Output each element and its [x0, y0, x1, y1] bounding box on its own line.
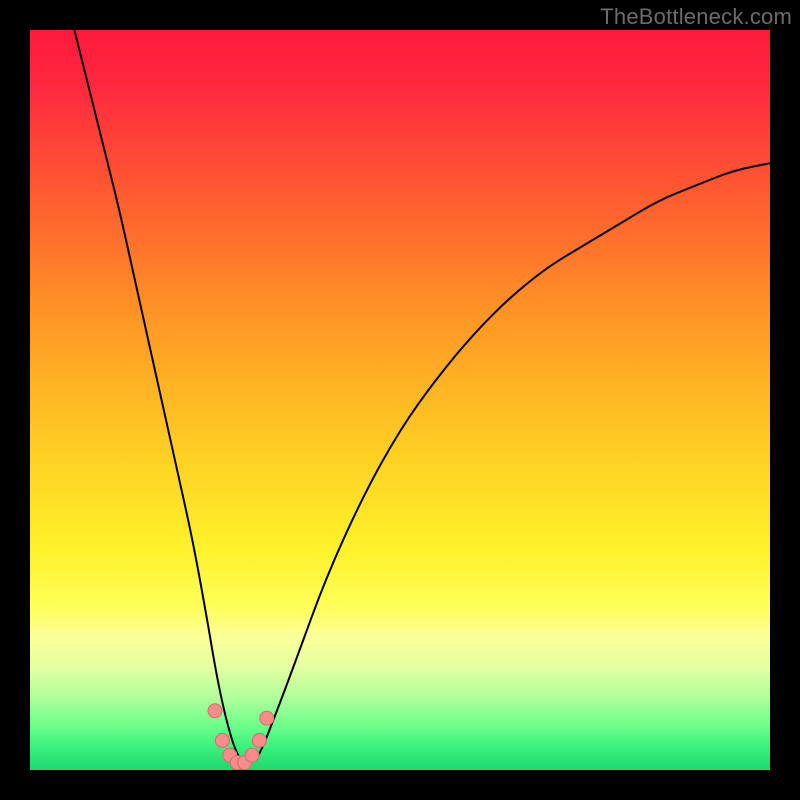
highlighted-points	[208, 704, 274, 770]
marker-point	[260, 711, 274, 725]
chart-root: TheBottleneck.com	[0, 0, 800, 800]
marker-point	[245, 748, 259, 762]
curve-layer	[30, 30, 770, 770]
plot-area	[30, 30, 770, 770]
marker-point	[252, 733, 266, 747]
watermark-label: TheBottleneck.com	[600, 4, 792, 30]
marker-point	[215, 733, 229, 747]
marker-point	[208, 704, 222, 718]
bottleneck-curve	[74, 30, 770, 763]
